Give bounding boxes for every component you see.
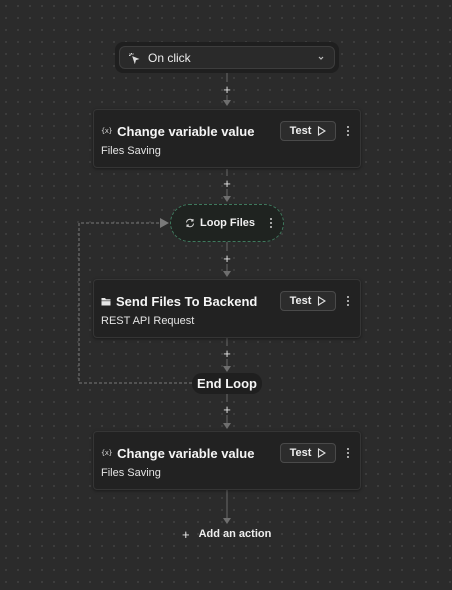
pointer-click-icon <box>128 52 140 64</box>
test-label: Test <box>289 295 312 307</box>
repeat-icon <box>185 218 195 228</box>
variable-icon: {x} <box>101 449 113 457</box>
variable-icon: {x} <box>101 127 113 135</box>
trigger-node: On click <box>115 42 339 73</box>
action-title: Send Files To Backend <box>116 293 258 309</box>
end-loop-node: End Loop <box>192 373 262 394</box>
insert-step-button[interactable]: + <box>220 251 234 265</box>
test-label: Test <box>289 447 312 459</box>
action-card-change-variable[interactable]: {x} Change variable value Test Files Sav… <box>93 431 361 490</box>
trigger-label: On click <box>148 50 191 65</box>
play-icon <box>317 296 327 306</box>
action-subtitle: REST API Request <box>101 315 195 327</box>
test-button[interactable]: Test <box>280 291 336 311</box>
action-title: Change variable value <box>117 123 255 139</box>
action-card-change-variable[interactable]: {x} Change variable value Test Files Sav… <box>93 109 361 168</box>
trigger-select[interactable]: On click <box>119 46 335 69</box>
add-action-button[interactable]: + Add an action <box>182 526 271 542</box>
loop-node[interactable]: Loop Files <box>170 204 284 242</box>
add-action-label: Add an action <box>198 528 272 540</box>
chevron-down-icon <box>316 53 326 63</box>
action-subtitle: Files Saving <box>101 145 161 157</box>
insert-step-button[interactable]: + <box>220 346 234 360</box>
more-options-icon[interactable] <box>344 124 352 138</box>
insert-step-button[interactable]: + <box>220 176 234 190</box>
folder-icon <box>101 297 111 306</box>
loop-label: Loop Files <box>200 217 255 229</box>
test-label: Test <box>289 125 312 137</box>
action-subtitle: Files Saving <box>101 467 161 479</box>
action-title: Change variable value <box>117 445 255 461</box>
more-options-icon[interactable] <box>344 446 352 460</box>
more-options-icon[interactable] <box>267 216 275 230</box>
plus-icon: + <box>182 526 190 542</box>
insert-step-button[interactable]: + <box>220 82 234 96</box>
play-icon <box>317 448 327 458</box>
test-button[interactable]: Test <box>280 121 336 141</box>
play-icon <box>317 126 327 136</box>
test-button[interactable]: Test <box>280 443 336 463</box>
action-card-send-files[interactable]: Send Files To Backend Test REST API Requ… <box>93 279 361 338</box>
end-loop-label: End Loop <box>197 376 257 391</box>
insert-step-button[interactable]: + <box>220 402 234 416</box>
more-options-icon[interactable] <box>344 294 352 308</box>
